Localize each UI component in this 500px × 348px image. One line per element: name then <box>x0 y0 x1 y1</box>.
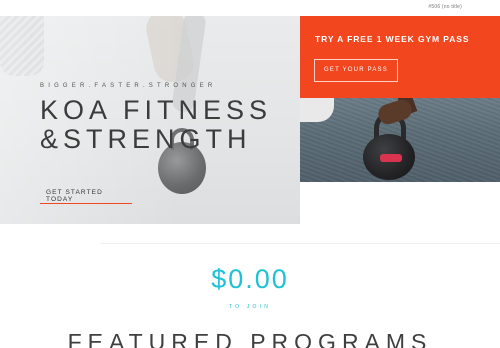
promo-title: TRY A FREE 1 WEEK GYM PASS <box>315 34 470 44</box>
section-divider <box>100 243 500 244</box>
price-caption: TO JOIN <box>228 304 272 310</box>
promo-photo <box>300 98 500 182</box>
top-bar: #506 (no title) <box>0 0 500 16</box>
membership-price: $0.00 <box>211 264 289 294</box>
get-started-button[interactable]: GET STARTED TODAY <box>40 186 132 204</box>
hero-tagline: BIGGER.FASTER.STRONGER <box>40 83 217 89</box>
featured-programs-heading: FEATURED PROGRAMS <box>67 329 433 348</box>
kettlebell-band <box>380 154 402 162</box>
hero-banner: BIGGER.FASTER.STRONGER KOA FITNESS &STRE… <box>0 16 300 224</box>
promo-panel: TRY A FREE 1 WEEK GYM PASS GET YOUR PASS <box>300 16 500 98</box>
hero-title: KOA FITNESS &STRENGTH <box>40 95 273 154</box>
page-reference: #506 (no title) <box>428 4 462 10</box>
get-your-pass-button[interactable]: GET YOUR PASS <box>314 59 398 82</box>
